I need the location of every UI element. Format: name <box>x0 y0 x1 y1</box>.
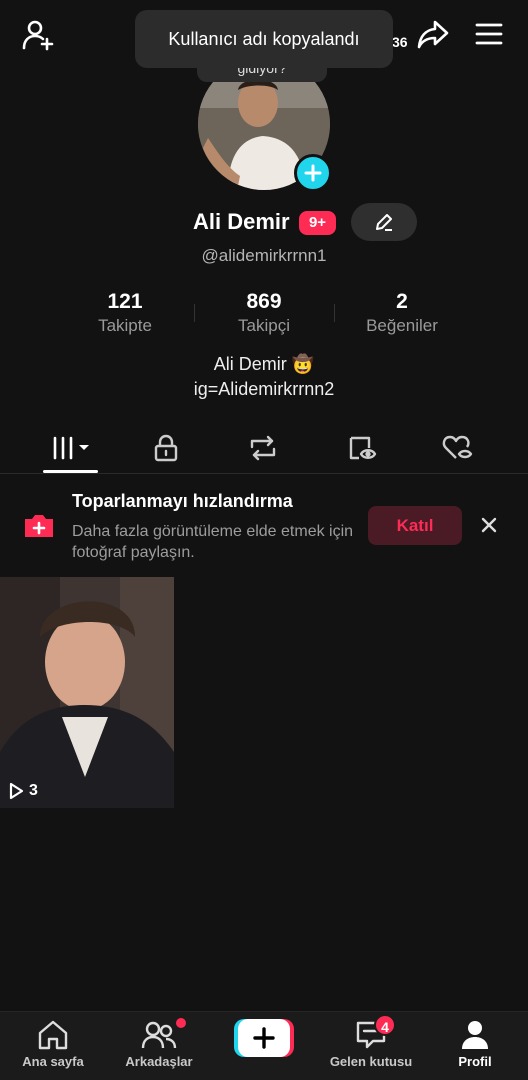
notification-badge[interactable]: 9+ <box>299 211 336 235</box>
toast-message: Kullanıcı adı kopyalandı <box>135 10 393 68</box>
liked-icon <box>442 434 474 462</box>
create-icon <box>234 1019 294 1057</box>
create-button[interactable] <box>234 1019 294 1057</box>
stat-following[interactable]: 121 Takipte <box>50 290 200 336</box>
bio: Ali Demir 🤠 ig=Alidemirkrrnn2 <box>0 352 528 402</box>
stat-value: 2 <box>396 290 408 313</box>
stat-likes[interactable]: 2 Beğeniler <box>327 290 477 336</box>
tagged-icon <box>347 434 377 462</box>
nav-label: Arkadaşlar <box>125 1054 193 1069</box>
video-thumbnail[interactable]: 3 <box>0 577 174 808</box>
promo-banner: Toparlanmayı hızlandırma Daha fazla görü… <box>0 476 528 576</box>
name-row: Ali Demir 9+ <box>0 203 528 241</box>
tab-liked[interactable] <box>428 428 488 468</box>
view-count: 3 <box>8 782 38 800</box>
active-tab-indicator <box>43 470 98 473</box>
pencil-icon <box>374 212 394 232</box>
lock-icon <box>153 434 179 462</box>
add-user-icon[interactable] <box>22 18 56 52</box>
stat-label: Beğeniler <box>366 316 438 335</box>
nav-friends[interactable]: Arkadaşlar <box>106 1018 212 1078</box>
home-icon <box>0 1018 106 1052</box>
bio-line: ig=Alidemirkrrnn2 <box>193 379 335 399</box>
stat-label: Takipçi <box>238 316 290 335</box>
repost-icon <box>248 434 278 462</box>
edit-profile-button[interactable] <box>351 203 417 241</box>
tab-videos[interactable] <box>42 428 102 468</box>
menu-icon[interactable] <box>475 22 503 46</box>
banner-description: Daha fazla görüntüleme elde etmek için f… <box>72 523 354 561</box>
friends-icon <box>106 1018 212 1052</box>
bottom-nav: Ana sayfa Arkadaşlar 4 Gelen kutusu Prof… <box>0 1011 528 1080</box>
profile-icon <box>422 1018 528 1052</box>
inbox-icon <box>318 1018 424 1052</box>
banner-title: Toparlanmayı hızlandırma <box>72 491 293 511</box>
hidden-count: 36 <box>392 34 408 50</box>
inbox-badge: 4 <box>374 1014 396 1036</box>
nav-inbox[interactable]: 4 Gelen kutusu <box>318 1014 424 1078</box>
stat-label: Takipte <box>98 316 152 335</box>
play-icon <box>8 782 24 800</box>
close-icon[interactable] <box>478 514 500 536</box>
stats-row: 121 Takipte 869 Takipçi 2 Beğeniler <box>0 290 528 340</box>
content-tabs <box>0 424 528 474</box>
grid-icon <box>51 435 93 461</box>
join-button[interactable]: Katıl <box>368 506 462 545</box>
nav-home[interactable]: Ana sayfa <box>0 1018 106 1078</box>
username[interactable]: @alidemirkrrnn1 <box>0 246 528 266</box>
tab-tagged[interactable] <box>332 428 392 468</box>
nav-profile[interactable]: Profil <box>422 1018 528 1078</box>
share-icon[interactable] <box>416 18 450 50</box>
plus-icon <box>304 164 322 182</box>
nav-label: Gelen kutusu <box>329 1054 413 1069</box>
camera-plus-icon <box>22 512 56 540</box>
tab-reposts[interactable] <box>233 428 293 468</box>
nav-label: Profil <box>458 1054 492 1069</box>
nav-label: Ana sayfa <box>22 1054 84 1069</box>
display-name: Ali Demir <box>193 209 290 234</box>
view-count-value: 3 <box>29 782 38 799</box>
bio-line: Ali Demir 🤠 <box>213 354 315 374</box>
tab-private[interactable] <box>136 428 196 468</box>
stat-value: 869 <box>246 290 282 313</box>
stat-followers[interactable]: 869 Takipçi <box>189 290 339 336</box>
stat-value: 121 <box>107 290 143 313</box>
friends-notification-dot <box>176 1018 186 1028</box>
add-avatar-button[interactable] <box>294 154 332 192</box>
